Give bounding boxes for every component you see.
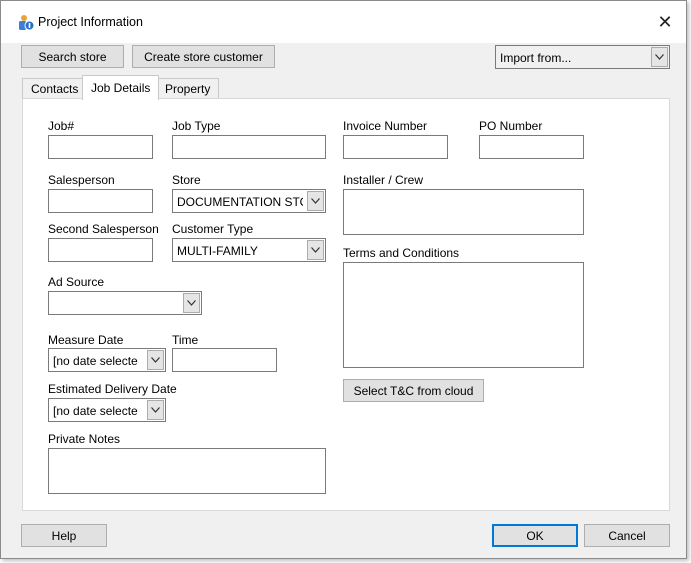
estimated-delivery-date-value: [no date selecte (53, 404, 138, 418)
chevron-down-icon[interactable] (307, 240, 324, 260)
terms-conditions-label: Terms and Conditions (343, 246, 460, 260)
salesperson-field[interactable] (48, 189, 153, 213)
job-type-field[interactable] (172, 135, 326, 159)
measure-date-picker[interactable]: [no date selecte (48, 348, 166, 372)
chevron-down-icon[interactable] (651, 47, 668, 67)
private-notes-label: Private Notes (48, 432, 121, 446)
store-label: Store (172, 173, 201, 187)
chevron-down-icon[interactable] (147, 350, 164, 370)
po-number-field[interactable] (479, 135, 584, 159)
private-notes-field[interactable] (48, 448, 326, 494)
estimated-delivery-date-label: Estimated Delivery Date (48, 382, 177, 396)
invoice-number-label: Invoice Number (343, 119, 428, 133)
terms-conditions-field[interactable] (343, 262, 584, 368)
customer-type-select[interactable]: MULTI-FAMILY (172, 238, 326, 262)
import-from-select[interactable]: Import from... (495, 45, 670, 69)
tab-contacts[interactable]: Contacts (22, 78, 88, 99)
store-value: DOCUMENTATION STO (177, 195, 303, 209)
project-information-dialog: Project Information ✕ Search store Creat… (0, 0, 687, 559)
app-icon (19, 15, 35, 31)
tab-property[interactable]: Property (156, 78, 220, 99)
measure-date-value: [no date selecte (53, 354, 138, 368)
job-number-label: Job# (48, 119, 75, 133)
job-details-panel: Job# Job Type Invoice Number PO Number S… (22, 98, 670, 511)
ok-button[interactable]: OK (492, 524, 578, 547)
select-tc-from-cloud-button[interactable]: Select T&C from cloud (343, 379, 484, 402)
measure-date-label: Measure Date (48, 333, 124, 347)
installer-crew-field[interactable] (343, 189, 584, 235)
customer-type-value: MULTI-FAMILY (177, 244, 258, 258)
help-button[interactable]: Help (21, 524, 107, 547)
time-label: Time (172, 333, 199, 347)
chevron-down-icon[interactable] (183, 293, 200, 313)
create-store-customer-button[interactable]: Create store customer (132, 45, 275, 68)
second-salesperson-field[interactable] (48, 238, 153, 262)
installer-crew-label: Installer / Crew (343, 173, 424, 187)
store-select[interactable]: DOCUMENTATION STO (172, 189, 326, 213)
ad-source-select[interactable] (48, 291, 202, 315)
po-number-label: PO Number (479, 119, 543, 133)
title-bar: Project Information ✕ (1, 1, 686, 43)
estimated-delivery-date-picker[interactable]: [no date selecte (48, 398, 166, 422)
cancel-button[interactable]: Cancel (584, 524, 670, 547)
job-number-field[interactable] (48, 135, 153, 159)
window-title: Project Information (38, 15, 143, 29)
chevron-down-icon[interactable] (307, 191, 324, 211)
second-salesperson-label: Second Salesperson (48, 222, 159, 236)
search-store-button[interactable]: Search store (21, 45, 124, 68)
time-field[interactable] (172, 348, 277, 372)
customer-type-label: Customer Type (172, 222, 254, 236)
close-icon[interactable]: ✕ (654, 11, 676, 33)
tab-job-details[interactable]: Job Details (82, 75, 160, 100)
ad-source-label: Ad Source (48, 275, 105, 289)
job-type-label: Job Type (172, 119, 221, 133)
salesperson-label: Salesperson (48, 173, 115, 187)
import-from-value: Import from... (500, 51, 572, 65)
chevron-down-icon[interactable] (147, 400, 164, 420)
invoice-number-field[interactable] (343, 135, 448, 159)
